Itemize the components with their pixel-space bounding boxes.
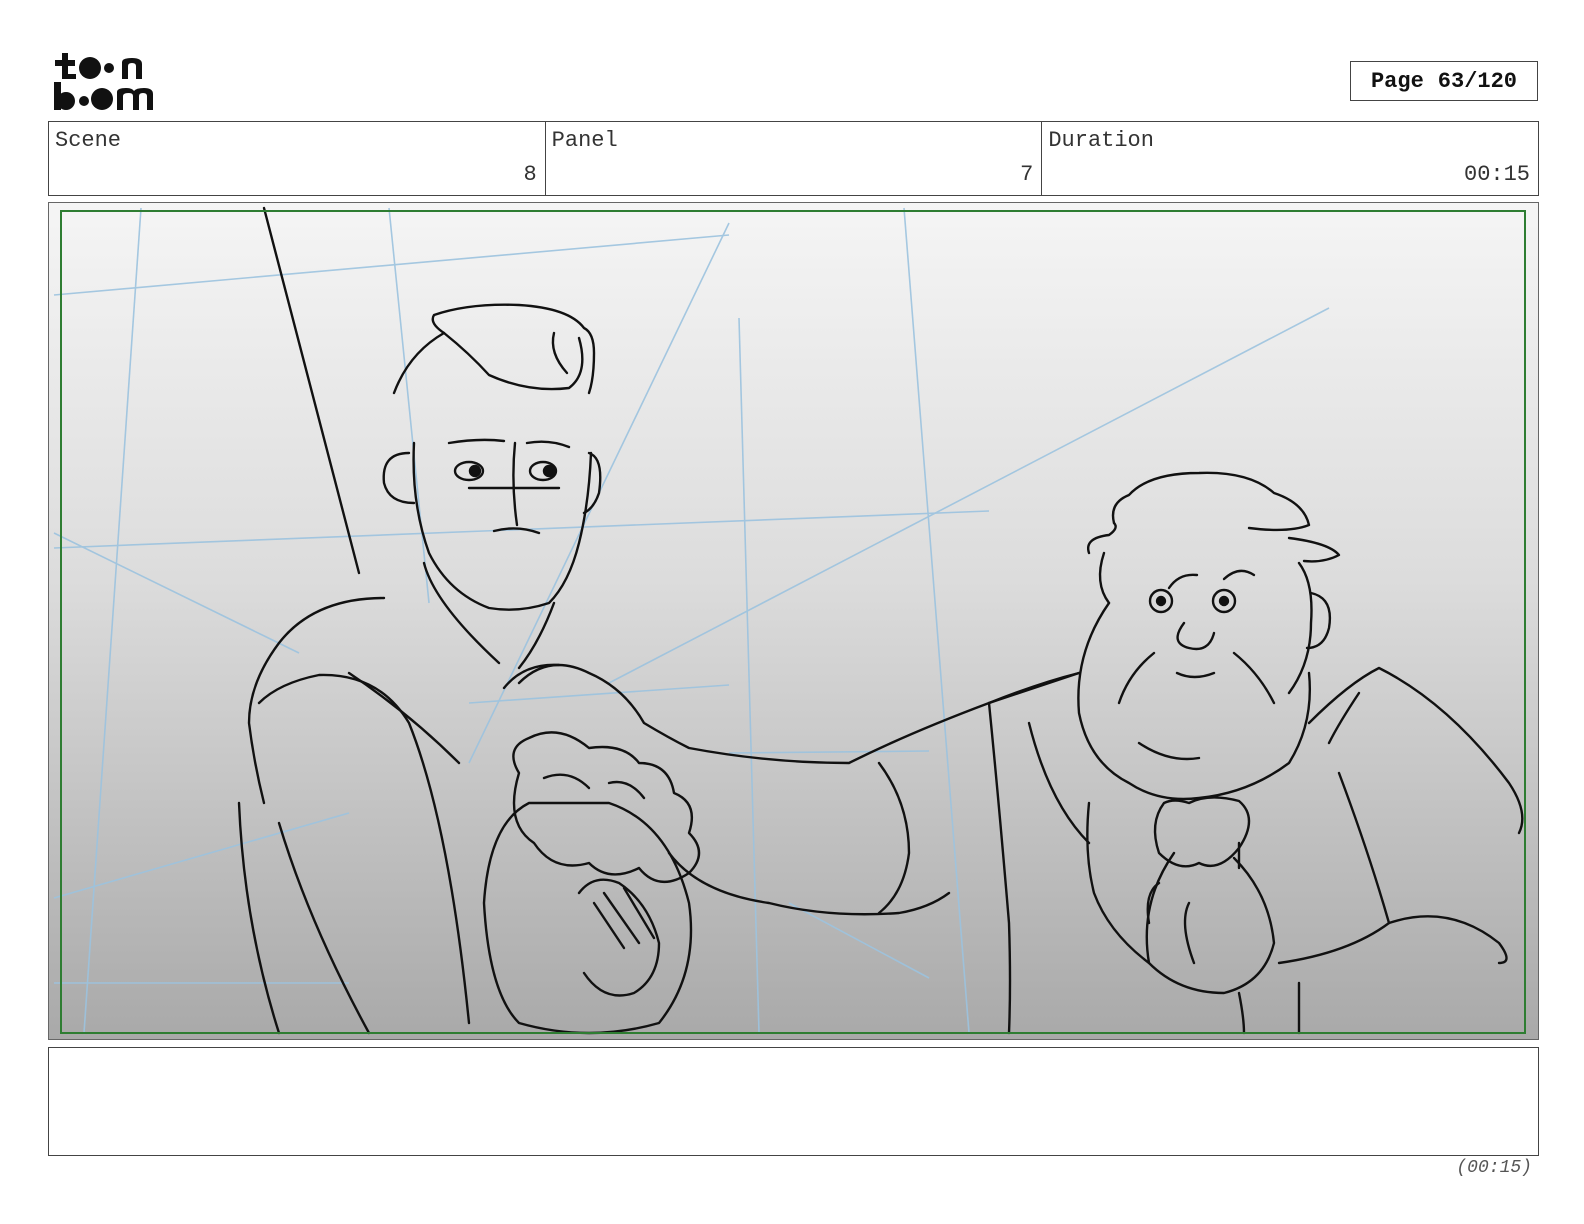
panel-info-row: Scene 8 Panel 7 Duration 00:15 xyxy=(48,121,1539,196)
storyboard-sketch xyxy=(53,206,1524,1035)
scene-label: Scene xyxy=(55,128,122,153)
duration-cell: Duration 00:15 xyxy=(1041,122,1538,195)
duration-label: Duration xyxy=(1048,128,1154,153)
panel-value: 7 xyxy=(1020,162,1034,187)
page-indicator: Page 63/120 xyxy=(1350,61,1538,101)
panel-label: Panel xyxy=(551,128,618,153)
footer-duration: (00:15) xyxy=(1456,1158,1532,1178)
storyboard-frame xyxy=(48,202,1539,1040)
scene-cell: Scene 8 xyxy=(49,122,545,195)
dialogue-notes-box xyxy=(48,1047,1539,1156)
scene-value: 8 xyxy=(523,162,537,187)
duration-value: 00:15 xyxy=(1464,162,1531,187)
page-number: 63/120 xyxy=(1437,68,1518,94)
page-label: Page xyxy=(1370,68,1424,94)
toon-boom-logo xyxy=(52,50,164,112)
panel-cell: Panel 7 xyxy=(544,122,1042,195)
